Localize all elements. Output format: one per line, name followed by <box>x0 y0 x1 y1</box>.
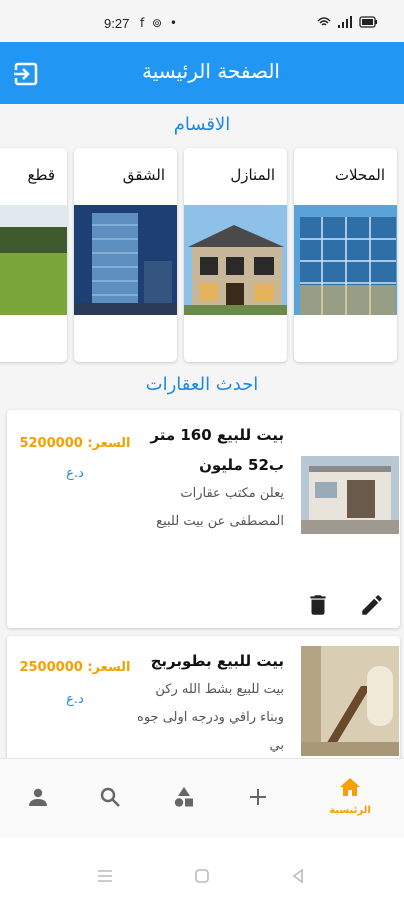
system-status-icons <box>317 16 377 28</box>
nav-profile[interactable] <box>8 759 68 839</box>
property-card[interactable]: بيت للبيع بطوبربج بيت للبيع بشط الله ركن… <box>7 636 400 758</box>
price-value: 5200000 <box>19 436 83 451</box>
shapes-icon <box>174 787 193 807</box>
property-description: بيت للبيع بشط الله ركن وبناء راقي ودرجه … <box>137 682 284 753</box>
property-description: يعلن مكتب عقارات المصطفى عن بيت للبيع <box>156 486 284 529</box>
nav-home-label: الرئيسية <box>329 805 371 816</box>
home-icon <box>340 778 360 796</box>
property-image <box>301 646 399 756</box>
category-label: المحلات <box>334 166 385 184</box>
category-image <box>294 205 397 315</box>
search-icon <box>100 787 120 807</box>
logout-icon[interactable] <box>12 59 42 89</box>
nav-categories[interactable] <box>154 759 214 839</box>
main-content[interactable]: الاقسام المحلات المنازل الشقق قطع احدث ا… <box>0 104 404 758</box>
nav-search[interactable] <box>80 759 140 839</box>
category-image <box>74 205 177 315</box>
home-system-icon[interactable] <box>194 868 210 884</box>
edit-icon[interactable] <box>359 592 385 618</box>
bottom-navigation: الرئيسية <box>0 758 404 838</box>
category-label: قطع <box>27 166 55 184</box>
back-icon[interactable] <box>290 868 306 884</box>
category-card-shops[interactable]: المحلات <box>294 148 397 362</box>
status-time: 9:27 <box>104 16 130 31</box>
recent-apps-icon[interactable] <box>96 868 114 884</box>
property-title: بيت للبيع 160 متر ب52 مليون <box>150 426 284 474</box>
category-card-houses[interactable]: المنازل <box>184 148 287 362</box>
property-price: السعر: 5200000 <box>15 436 135 451</box>
category-image <box>0 205 67 315</box>
app-bar: الصفحة الرئيسية <box>0 42 404 104</box>
person-icon <box>29 788 47 806</box>
category-label: الشقق <box>122 166 165 184</box>
delete-icon[interactable] <box>305 592 331 618</box>
nav-add[interactable] <box>228 759 288 839</box>
price-currency: د.ع <box>66 466 84 481</box>
price-value: 2500000 <box>19 660 83 675</box>
price-label: السعر: <box>87 436 131 451</box>
property-price: السعر: 2500000 <box>15 660 135 675</box>
property-image <box>301 456 399 534</box>
status-bar: 9:27 f ⊚ • <box>0 0 404 42</box>
nav-home[interactable]: الرئيسية <box>320 759 380 839</box>
category-image <box>184 205 287 315</box>
category-label: المنازل <box>230 166 275 184</box>
categories-section-title: الاقسام <box>173 114 231 135</box>
notification-icons: f ⊚ • <box>140 16 179 30</box>
page-title: الصفحة الرئيسية <box>142 59 280 83</box>
add-icon <box>250 789 266 805</box>
property-card[interactable]: بيت للبيع 160 متر ب52 مليون يعلن مكتب عق… <box>7 410 400 628</box>
category-card-plots[interactable]: قطع <box>0 148 67 362</box>
latest-properties-title: احدث العقارات <box>145 374 259 395</box>
category-card-apartments[interactable]: الشقق <box>74 148 177 362</box>
price-label: السعر: <box>87 660 131 675</box>
price-currency: د.ع <box>66 692 84 707</box>
system-navigation-bar <box>0 838 404 900</box>
property-title: بيت للبيع بطوبربج <box>150 652 284 670</box>
